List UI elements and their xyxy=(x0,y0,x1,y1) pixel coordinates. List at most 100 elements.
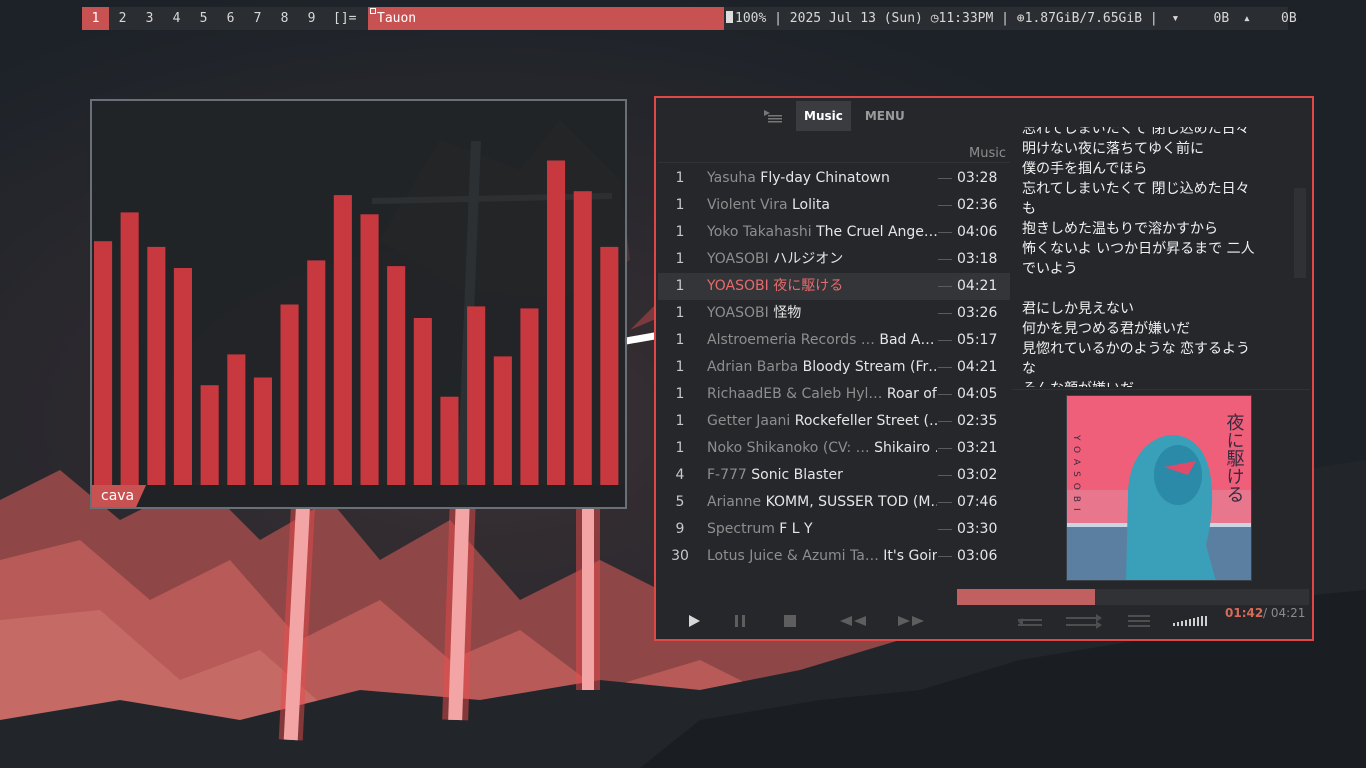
previous-button[interactable] xyxy=(836,603,870,639)
album-art-title: 夜に駆ける xyxy=(1224,413,1245,503)
track-number: 1 xyxy=(675,197,685,213)
duration-separator xyxy=(938,205,952,206)
track-number: 1 xyxy=(675,386,685,402)
stop-button[interactable] xyxy=(776,603,804,639)
track-artist: Noko Shikanoko (CV: … xyxy=(707,440,870,456)
track-duration: 03:21 xyxy=(957,440,998,456)
time-text: 11:33PM xyxy=(938,11,994,26)
track-artist-title: Yoko Takahashi The Cruel Ange… xyxy=(707,219,937,246)
album-art[interactable]: 夜に駆ける YOASOBI xyxy=(1066,395,1252,581)
track-artist: Adrian Barba xyxy=(707,359,799,375)
volume-control[interactable] xyxy=(1170,603,1212,639)
playlist-row[interactable]: 1 Yasuha Fly-day Chinatown 03:28 xyxy=(658,165,1010,192)
playlist-row[interactable]: 4 F-777 Sonic Blaster 03:02 xyxy=(658,462,1010,489)
duration-separator xyxy=(938,340,952,341)
workspace-list: 1 2 3 4 5 6 7 8 9 xyxy=(82,7,325,30)
cava-label: cava xyxy=(92,485,146,507)
track-duration: 05:17 xyxy=(957,332,998,348)
playlist-row[interactable]: 1 Adrian Barba Bloody Stream (Fr… 04:21 xyxy=(658,354,1010,381)
memory-text: 1.87GiB/7.65GiB xyxy=(1024,11,1143,26)
track-number: 1 xyxy=(675,278,685,294)
upload-speed: 0B xyxy=(1281,11,1297,26)
repeat-button[interactable] xyxy=(1012,603,1046,639)
track-title: The Cruel Ange… xyxy=(816,224,937,240)
playlist-row[interactable]: 1 Getter Jaani Rockefeller Street (… 02:35 xyxy=(658,408,1010,435)
workspace-5[interactable]: 5 xyxy=(190,7,217,30)
track-artist: Yoko Takahashi xyxy=(707,224,812,240)
playlist-row[interactable]: 1 YOASOBI 怪物 03:26 xyxy=(658,300,1010,327)
next-button[interactable] xyxy=(894,603,928,639)
playlist-row[interactable]: 30 Lotus Juice & Azumi Ta… It's Goin… 03:0… xyxy=(658,543,1010,570)
tab-music[interactable]: Music xyxy=(796,101,851,131)
track-artist: Violent Vira xyxy=(707,197,788,213)
workspace-8[interactable]: 8 xyxy=(271,7,298,30)
cava-bar xyxy=(227,354,246,485)
track-duration: 04:21 xyxy=(957,278,998,294)
track-number: 1 xyxy=(675,440,685,456)
track-title: Roar of t… xyxy=(886,386,937,402)
playlist-row[interactable]: 1 RichaadEB & Caleb Hyl… Roar of t… 04:05 xyxy=(658,381,1010,408)
track-artist-title: F-777 Sonic Blaster xyxy=(707,462,937,489)
workspace-1[interactable]: 1 xyxy=(82,7,109,30)
playlist-row[interactable]: 5 Arianne KOMM, SUSSER TOD (M… 07:46 xyxy=(658,489,1010,516)
track-artist-title: Noko Shikanoko (CV: … Shikairo … xyxy=(707,435,937,462)
playlist-row[interactable]: 1 YOASOBI 夜に駆ける 04:21 xyxy=(658,273,1010,300)
playlist-row[interactable]: 1 Alstroemeria Records … Bad A… 05:17 xyxy=(658,327,1010,354)
workspace-3[interactable]: 3 xyxy=(136,7,163,30)
lyrics-line: そんな顔が嫌いだ xyxy=(1022,379,1278,387)
workspace-4[interactable]: 4 xyxy=(163,7,190,30)
focused-window-title[interactable]: Tauon xyxy=(368,7,724,30)
playlist-row[interactable]: 1 Noko Shikanoko (CV: … Shikairo … 03:21 xyxy=(658,435,1010,462)
track-title: 怪物 xyxy=(773,305,802,321)
play-button[interactable] xyxy=(680,603,708,639)
track-artist-title: Alstroemeria Records … Bad A… xyxy=(707,327,937,354)
playlist-row[interactable]: 1 YOASOBI ハルジオン 03:18 xyxy=(658,246,1010,273)
track-duration: 03:02 xyxy=(957,467,998,483)
track-artist: F-777 xyxy=(707,467,747,483)
track-number: 30 xyxy=(671,548,689,564)
track-title: Bloody Stream (Fr… xyxy=(802,359,937,375)
lyrics-panel[interactable]: 忘れてしまいたくて 閉じ込めた日々 明けない夜に落ちてゆく前に 僕の手を掴んでほら忘… xyxy=(1012,127,1298,387)
track-artist: Getter Jaani xyxy=(707,413,791,429)
track-duration: 03:18 xyxy=(957,251,998,267)
duration-separator xyxy=(938,448,952,449)
repeat-icon xyxy=(1018,618,1042,626)
playlist-row[interactable]: 1 Violent Vira Lolita 02:36 xyxy=(658,192,1010,219)
playlist-row[interactable]: 9 Spectrum F L Y 03:30 xyxy=(658,516,1010,543)
track-artist-title: Yasuha Fly-day Chinatown xyxy=(707,165,937,192)
tauon-player-window[interactable]: Music MENU Music 1 Yasuha Fly-day Chinato… xyxy=(654,96,1314,641)
cava-bar xyxy=(307,260,326,485)
cava-window[interactable]: cava xyxy=(90,99,627,509)
track-number: 1 xyxy=(675,170,685,186)
shuffle-button[interactable] xyxy=(1060,603,1108,639)
workspace-7[interactable]: 7 xyxy=(244,7,271,30)
playlist-menu-icon[interactable] xyxy=(756,101,790,131)
layout-indicator[interactable]: []= xyxy=(333,11,359,26)
pause-button[interactable] xyxy=(726,603,754,639)
playlist-row[interactable]: 1 Yoko Takahashi The Cruel Ange… 04:06 xyxy=(658,219,1010,246)
track-artist: Spectrum xyxy=(707,521,775,537)
workspace-6[interactable]: 6 xyxy=(217,7,244,30)
duration-separator xyxy=(938,556,952,557)
duration-separator xyxy=(938,394,952,395)
playlist-view-button[interactable] xyxy=(1124,603,1154,639)
track-number: 9 xyxy=(675,521,685,537)
workspace-2[interactable]: 2 xyxy=(109,7,136,30)
cava-bar xyxy=(413,318,432,485)
track-duration: 04:21 xyxy=(957,359,998,375)
cava-bar xyxy=(520,308,539,485)
cava-bar xyxy=(173,268,192,485)
tab-menu[interactable]: MENU xyxy=(857,101,913,131)
track-number: 1 xyxy=(675,305,685,321)
track-duration: 07:46 xyxy=(957,494,998,510)
track-title: Rockefeller Street (… xyxy=(794,413,937,429)
lyrics-line: 何かを見つめる君が嫌いだ xyxy=(1022,321,1190,337)
cava-bar xyxy=(387,266,406,485)
track-artist-title: RichaadEB & Caleb Hyl… Roar of t… xyxy=(707,381,937,408)
lyrics-scrollbar[interactable] xyxy=(1294,188,1306,278)
track-title: Shikairo … xyxy=(874,440,937,456)
workspace-9[interactable]: 9 xyxy=(298,7,325,30)
lyrics-line: 明けない夜に落ちてゆく前に xyxy=(1022,141,1204,157)
lyrics-line: な xyxy=(1022,361,1036,377)
playlist-header: Music xyxy=(969,146,1006,161)
